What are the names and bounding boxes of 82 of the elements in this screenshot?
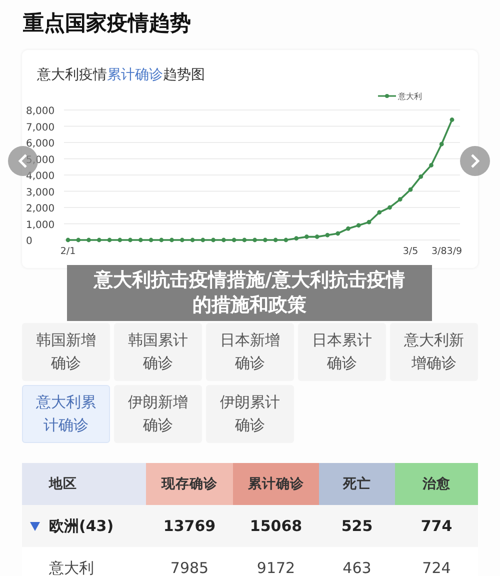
chart-tab[interactable]: 伊朗累计确诊 [206, 385, 294, 443]
data-point [429, 163, 434, 168]
data-point [242, 238, 247, 242]
data-point [211, 238, 216, 242]
data-point [336, 231, 340, 236]
headline-banner: 意大利抗击疫情措施/意大利抗击疫情的措施和政策 [67, 265, 432, 321]
data-point [398, 197, 402, 202]
legend-label: 意大利 [398, 92, 422, 101]
data-point [325, 232, 330, 238]
table-cell-text: 774 [420, 516, 454, 537]
data-point [294, 236, 299, 241]
data-point [439, 142, 444, 146]
axis-label: 3/8 [432, 246, 447, 257]
chart-tab[interactable]: 韩国累计确诊 [114, 323, 202, 381]
chart-title: 意大利疫情累计确诊趋势图 [36, 66, 206, 85]
chart-tab[interactable]: 伊朗新增确诊 [114, 385, 202, 443]
data-point [408, 187, 413, 192]
axis-label: 8,000 [26, 106, 55, 117]
table-cell-text: 15068 [248, 516, 304, 537]
page-title: 重点国家疫情趋势 [22, 10, 192, 37]
data-point [170, 238, 174, 242]
data-point [200, 238, 206, 242]
data-point [418, 174, 424, 179]
column-header: 累计确诊 [233, 463, 319, 505]
table-cell-text: 724 [421, 558, 452, 576]
table-cell-text: 525 [340, 516, 374, 537]
chart-tab[interactable]: 日本累计确诊 [298, 323, 386, 381]
axis-label: 6,000 [26, 138, 55, 150]
data-point [450, 118, 454, 122]
data-point [107, 238, 112, 242]
data-point [148, 238, 154, 242]
chart-tab[interactable]: 意大利累计确诊 [22, 385, 110, 443]
expanded-triangle-icon[interactable] [30, 522, 40, 530]
data-point [284, 238, 288, 242]
axis-label: 7,000 [26, 122, 55, 134]
table-cell-text: 463 [342, 558, 372, 576]
chevron-left-icon [18, 153, 28, 169]
data-point [263, 238, 268, 242]
axis-label: 3/9 [446, 246, 462, 257]
data-point [232, 238, 236, 242]
data-point [304, 234, 309, 239]
table-cell-text: 7985 [169, 558, 210, 576]
data-point [118, 238, 122, 242]
data-point [138, 238, 143, 242]
data-point [221, 238, 226, 242]
axis-label: 3,000 [26, 187, 55, 198]
axis-label: 2/1 [60, 246, 76, 257]
region-name: 意大利 [49, 558, 94, 576]
data-point [346, 226, 350, 231]
axis-label: 4,000 [26, 171, 55, 182]
data-point [252, 238, 257, 242]
data-point [366, 220, 372, 224]
data-point [128, 238, 132, 242]
data-point [273, 238, 278, 242]
axis-label: 3/5 [402, 246, 418, 257]
data-point [314, 234, 320, 239]
chart-tab[interactable]: 意大利新增确诊 [390, 323, 478, 381]
data-point [388, 205, 392, 210]
legend-marker-icon [378, 94, 396, 98]
data-point [180, 238, 184, 242]
data-point [86, 238, 91, 242]
data-point [190, 238, 195, 242]
table-cell-text: 13769 [162, 516, 217, 537]
region-name: 欧洲(43) [49, 516, 114, 536]
data-point [76, 238, 81, 242]
chart-tab[interactable]: 韩国新增确诊 [22, 323, 110, 381]
axis-label: 0 [26, 236, 32, 247]
column-header: 现存确诊 [146, 463, 233, 505]
data-point [377, 210, 382, 215]
data-point [66, 238, 70, 242]
data-point [96, 238, 102, 242]
axis-label: 2,000 [26, 204, 55, 214]
data-point [356, 223, 361, 228]
chart-tab[interactable]: 日本新增确诊 [206, 323, 294, 381]
axis-label: 1,000 [26, 220, 55, 231]
data-point [159, 238, 164, 242]
next-button[interactable] [460, 146, 490, 176]
column-header: 死亡 [319, 463, 395, 505]
chevron-right-icon [470, 153, 480, 169]
column-header: 治愈 [395, 463, 478, 505]
column-header: 地区 [22, 463, 146, 505]
table-cell-text: 9172 [256, 558, 296, 576]
